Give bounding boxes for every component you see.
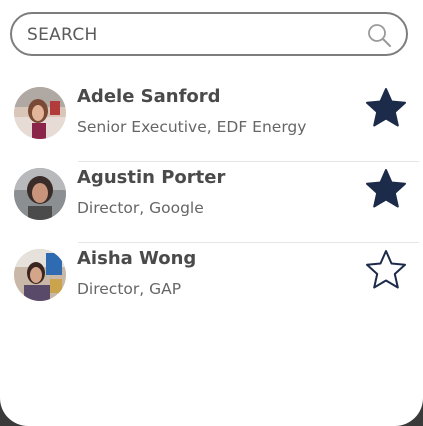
star-filled-icon[interactable] bbox=[364, 86, 408, 130]
contact-row[interactable]: Adele Sanford Senior Executive, EDF Ener… bbox=[0, 81, 423, 162]
contact-name: Agustin Porter bbox=[77, 167, 226, 188]
contact-row[interactable]: Agustin Porter Director, Google bbox=[0, 162, 423, 243]
search-input[interactable]: SEARCH bbox=[27, 25, 98, 45]
contact-row[interactable]: Aisha Wong Director, GAP bbox=[0, 243, 423, 324]
avatar bbox=[14, 87, 66, 139]
contact-role: Senior Executive, EDF Energy bbox=[77, 118, 307, 136]
search-icon[interactable] bbox=[366, 22, 392, 48]
contact-role: Director, GAP bbox=[77, 280, 182, 298]
contact-list-panel: SEARCH Adele Sanford Senior Executive, E… bbox=[0, 0, 423, 426]
contact-name: Adele Sanford bbox=[77, 86, 221, 107]
star-filled-icon[interactable] bbox=[364, 167, 408, 211]
star-outline-icon[interactable] bbox=[364, 248, 408, 292]
search-bar[interactable]: SEARCH bbox=[10, 12, 408, 56]
contact-name: Aisha Wong bbox=[77, 248, 197, 269]
avatar bbox=[14, 249, 66, 301]
contact-role: Director, Google bbox=[77, 199, 204, 217]
avatar bbox=[14, 168, 66, 220]
